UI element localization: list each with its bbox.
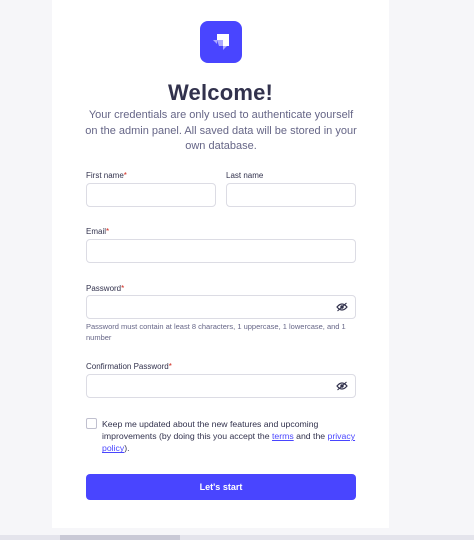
consent-text-middle: and the [293, 431, 328, 442]
last-name-label: Last name [226, 171, 264, 180]
first-name-label: First name* [86, 171, 127, 180]
password-hint: Password must contain at least 8 charact… [86, 322, 346, 342]
email-input[interactable] [86, 239, 356, 263]
last-name-input[interactable] [226, 183, 356, 207]
password-label: Password* [86, 284, 124, 293]
strapi-logo-icon [200, 21, 242, 63]
eye-icon-glyph [336, 302, 348, 312]
bottom-scrollbar[interactable] [0, 535, 474, 540]
left-gutter [0, 0, 52, 540]
first-name-label-text: First name [86, 171, 124, 180]
required-mark: * [123, 171, 127, 180]
confirm-password-label: Confirmation Password* [86, 362, 172, 371]
consent-text-after: ). [124, 443, 130, 454]
newsletter-checkbox[interactable] [86, 418, 97, 429]
eye-icon[interactable] [335, 300, 349, 314]
right-gutter [389, 0, 474, 540]
terms-link[interactable]: terms [272, 431, 294, 441]
required-mark: * [121, 284, 125, 293]
first-name-input[interactable] [86, 183, 216, 207]
email-label: Email* [86, 227, 109, 236]
required-mark: * [106, 227, 110, 236]
newsletter-consent-text: Keep me updated about the new features a… [102, 418, 364, 455]
confirm-password-label-text: Confirmation Password [86, 362, 169, 371]
email-label-text: Email [86, 227, 107, 236]
page-title: Welcome! [167, 80, 274, 105]
lets-start-button[interactable]: Let's start [86, 474, 356, 500]
eye-icon-glyph [336, 381, 348, 391]
password-label-text: Password [86, 284, 122, 293]
eye-icon[interactable] [335, 379, 349, 393]
confirm-password-input[interactable] [86, 374, 356, 398]
required-mark: * [168, 362, 172, 371]
logo-mark [213, 34, 229, 50]
page-subtitle: Your credentials are only used to authen… [85, 109, 357, 152]
scrollbar-thumb[interactable] [60, 535, 180, 540]
password-input[interactable] [86, 295, 356, 319]
